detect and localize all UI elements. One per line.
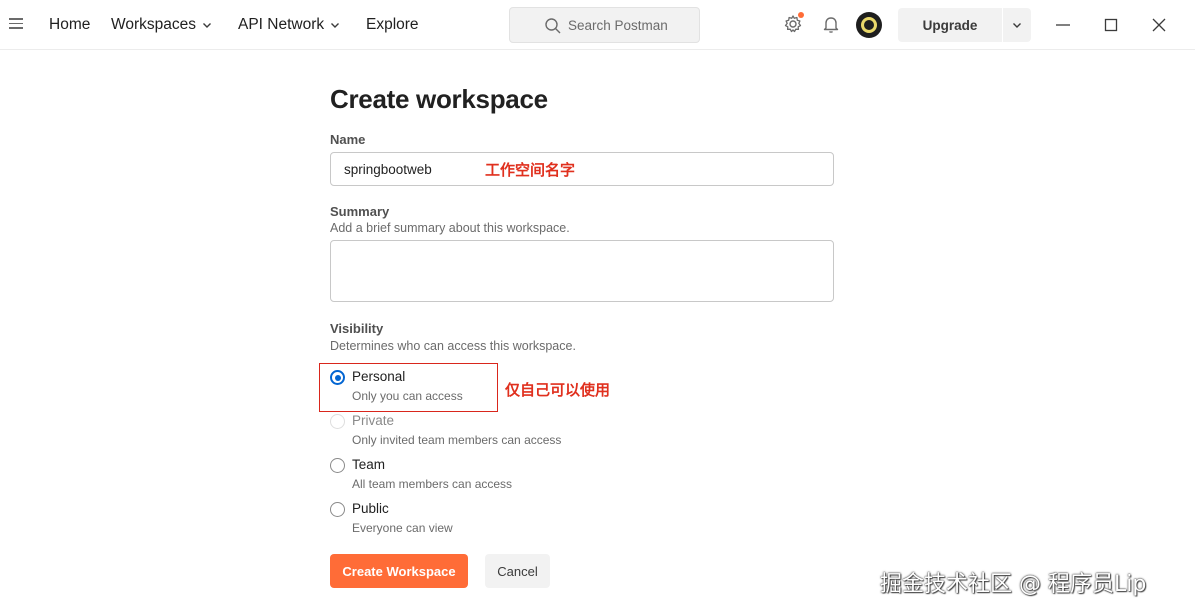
avatar[interactable]	[856, 12, 882, 38]
cancel-button[interactable]: Cancel	[485, 554, 550, 588]
search-input[interactable]: Search Postman	[509, 7, 700, 43]
close-button[interactable]	[1148, 14, 1170, 36]
visibility-annotation: 仅自己可以使用	[505, 382, 611, 399]
option-private-desc: Only invited team members can access	[352, 433, 562, 447]
radio-team[interactable]	[330, 458, 345, 473]
settings-button[interactable]	[781, 12, 805, 36]
visibility-help: Determines who can access this workspace…	[330, 339, 576, 353]
nav-workspaces[interactable]: Workspaces	[111, 0, 212, 50]
menu-icon[interactable]	[9, 18, 23, 30]
nav-api-network-label: API Network	[238, 16, 325, 33]
name-label: Name	[330, 132, 366, 147]
option-personal-desc: Only you can access	[352, 389, 463, 403]
chevron-down-icon	[1013, 23, 1021, 28]
nav-home[interactable]: Home	[49, 0, 90, 50]
nav-home-label: Home	[49, 16, 91, 33]
option-personal-title: Personal	[352, 369, 406, 384]
upgrade-dropdown-button[interactable]	[1003, 8, 1031, 42]
highlight-box	[319, 363, 498, 412]
radio-private[interactable]	[330, 414, 345, 429]
bell-icon	[823, 17, 839, 33]
create-workspace-label: Create Workspace	[342, 563, 456, 579]
chevron-down-icon	[203, 23, 211, 28]
option-team-title: Team	[352, 457, 386, 472]
option-team-desc: All team members can access	[352, 477, 513, 491]
nav-explore-label: Explore	[366, 16, 419, 33]
radio-personal[interactable]	[330, 370, 345, 385]
radio-public[interactable]	[330, 502, 345, 517]
maximize-button[interactable]	[1100, 14, 1122, 36]
chevron-down-icon	[331, 23, 340, 28]
minimize-button[interactable]	[1052, 14, 1074, 36]
summary-field[interactable]	[330, 240, 834, 302]
minimize-icon	[1056, 24, 1070, 26]
page-title: Create workspace	[330, 84, 548, 114]
search-icon	[545, 18, 561, 34]
maximize-icon	[1104, 18, 1118, 32]
name-annotation: 工作空间名字	[485, 162, 576, 179]
create-workspace-button[interactable]: Create Workspace	[330, 554, 468, 588]
notification-dot	[798, 12, 804, 18]
summary-label: Summary	[330, 204, 390, 219]
close-icon	[1152, 18, 1166, 32]
name-value: springbootweb	[344, 161, 432, 177]
nav-workspaces-label: Workspaces	[111, 16, 196, 33]
upgrade-button[interactable]: Upgrade	[898, 8, 1002, 42]
nav-api-network[interactable]: API Network	[238, 0, 340, 50]
option-private-title: Private	[352, 413, 395, 428]
upgrade-label: Upgrade	[922, 17, 978, 33]
notifications-button[interactable]	[819, 12, 843, 36]
name-field[interactable]: springbootweb	[330, 152, 834, 186]
option-public-title: Public	[352, 501, 389, 516]
summary-help: Add a brief summary about this workspace…	[330, 221, 570, 235]
top-bar: Home Workspaces API Network Explore Sear…	[0, 0, 1195, 50]
visibility-label: Visibility	[330, 321, 384, 336]
watermark: 掘金技术社区 @ 程序员Lip	[880, 572, 1147, 597]
cancel-label: Cancel	[497, 563, 538, 579]
option-public-desc: Everyone can view	[352, 521, 453, 535]
search-placeholder: Search Postman	[568, 17, 668, 33]
nav-explore[interactable]: Explore	[366, 0, 419, 50]
